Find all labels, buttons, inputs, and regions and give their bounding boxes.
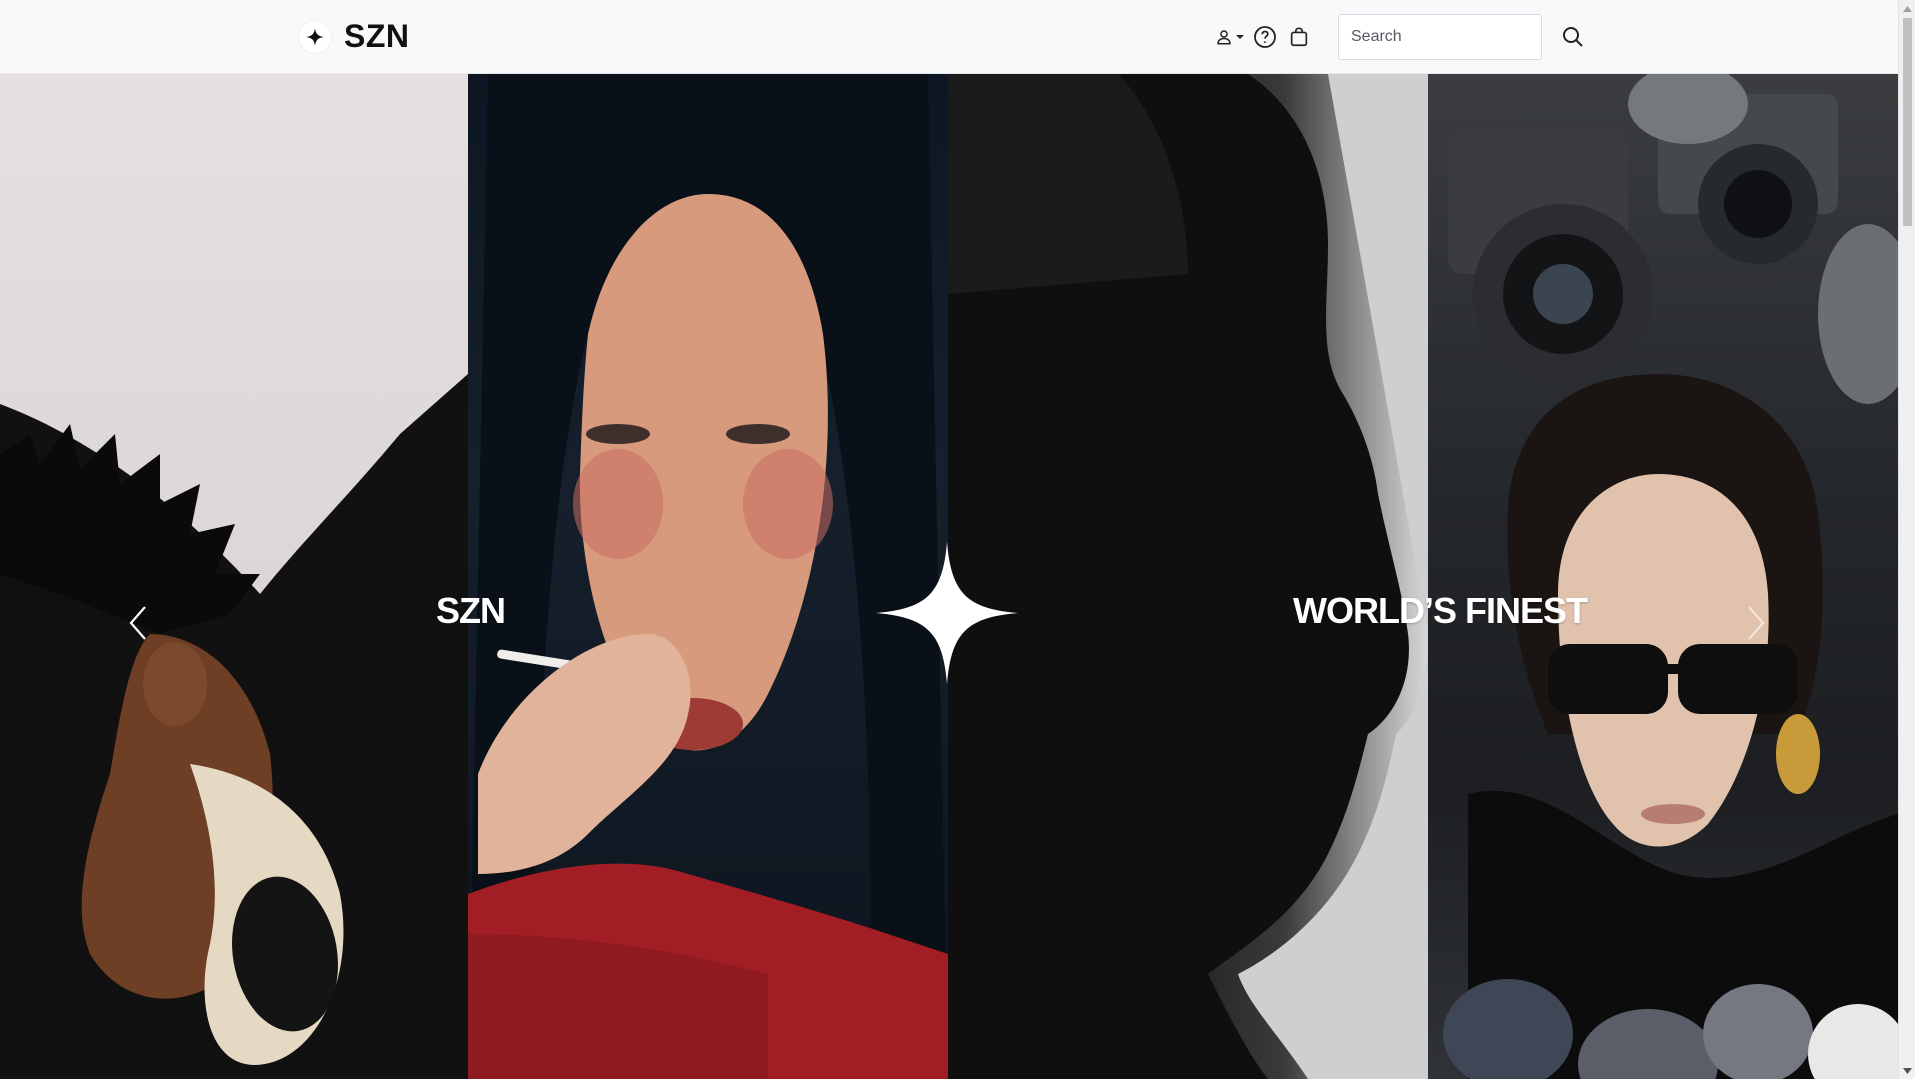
shopping-bag-button[interactable]	[1284, 22, 1314, 52]
scroll-down-arrow-icon[interactable]	[1899, 1062, 1915, 1079]
user-icon	[1215, 28, 1233, 46]
photo-man-profile-silhouette	[948, 74, 1428, 1079]
shopping-bag-icon	[1288, 26, 1310, 48]
carousel-prev-button[interactable]	[118, 593, 158, 653]
hero-panel-3	[948, 74, 1428, 1079]
hero-title-right: WORLD’S FINEST	[1293, 590, 1588, 631]
hero-panel-1	[0, 74, 468, 1079]
chevron-left-icon	[127, 605, 149, 641]
brand-logo[interactable]: SZN	[298, 18, 410, 55]
account-menu-button[interactable]	[1212, 22, 1248, 52]
header-actions	[1212, 22, 1314, 52]
photo-model-white-sunglasses	[0, 374, 468, 1079]
brand-name: SZN	[344, 18, 410, 54]
search-icon	[1561, 25, 1585, 49]
help-button[interactable]	[1250, 22, 1280, 52]
page-scrollbar[interactable]	[1898, 0, 1915, 1079]
hero-carousel: SZN WORLD’S FINEST	[0, 74, 1898, 1079]
caret-down-icon	[1235, 32, 1245, 42]
search-input[interactable]	[1338, 14, 1542, 60]
carousel-next-button[interactable]	[1736, 593, 1776, 653]
scroll-up-arrow-icon[interactable]	[1899, 0, 1915, 17]
sparkle-star-icon	[876, 542, 1018, 684]
search-button[interactable]	[1558, 22, 1588, 52]
chevron-right-icon	[1745, 605, 1767, 641]
hero-title-left: SZN	[436, 590, 506, 631]
scrollbar-thumb[interactable]	[1903, 18, 1912, 226]
site-header: SZN	[0, 0, 1898, 74]
photo-model-black-sunglasses-cameras	[1443, 74, 1898, 1079]
sparkle-star-icon	[298, 19, 332, 54]
help-circle-icon	[1253, 25, 1277, 49]
hero-panel-4	[1428, 74, 1898, 1079]
